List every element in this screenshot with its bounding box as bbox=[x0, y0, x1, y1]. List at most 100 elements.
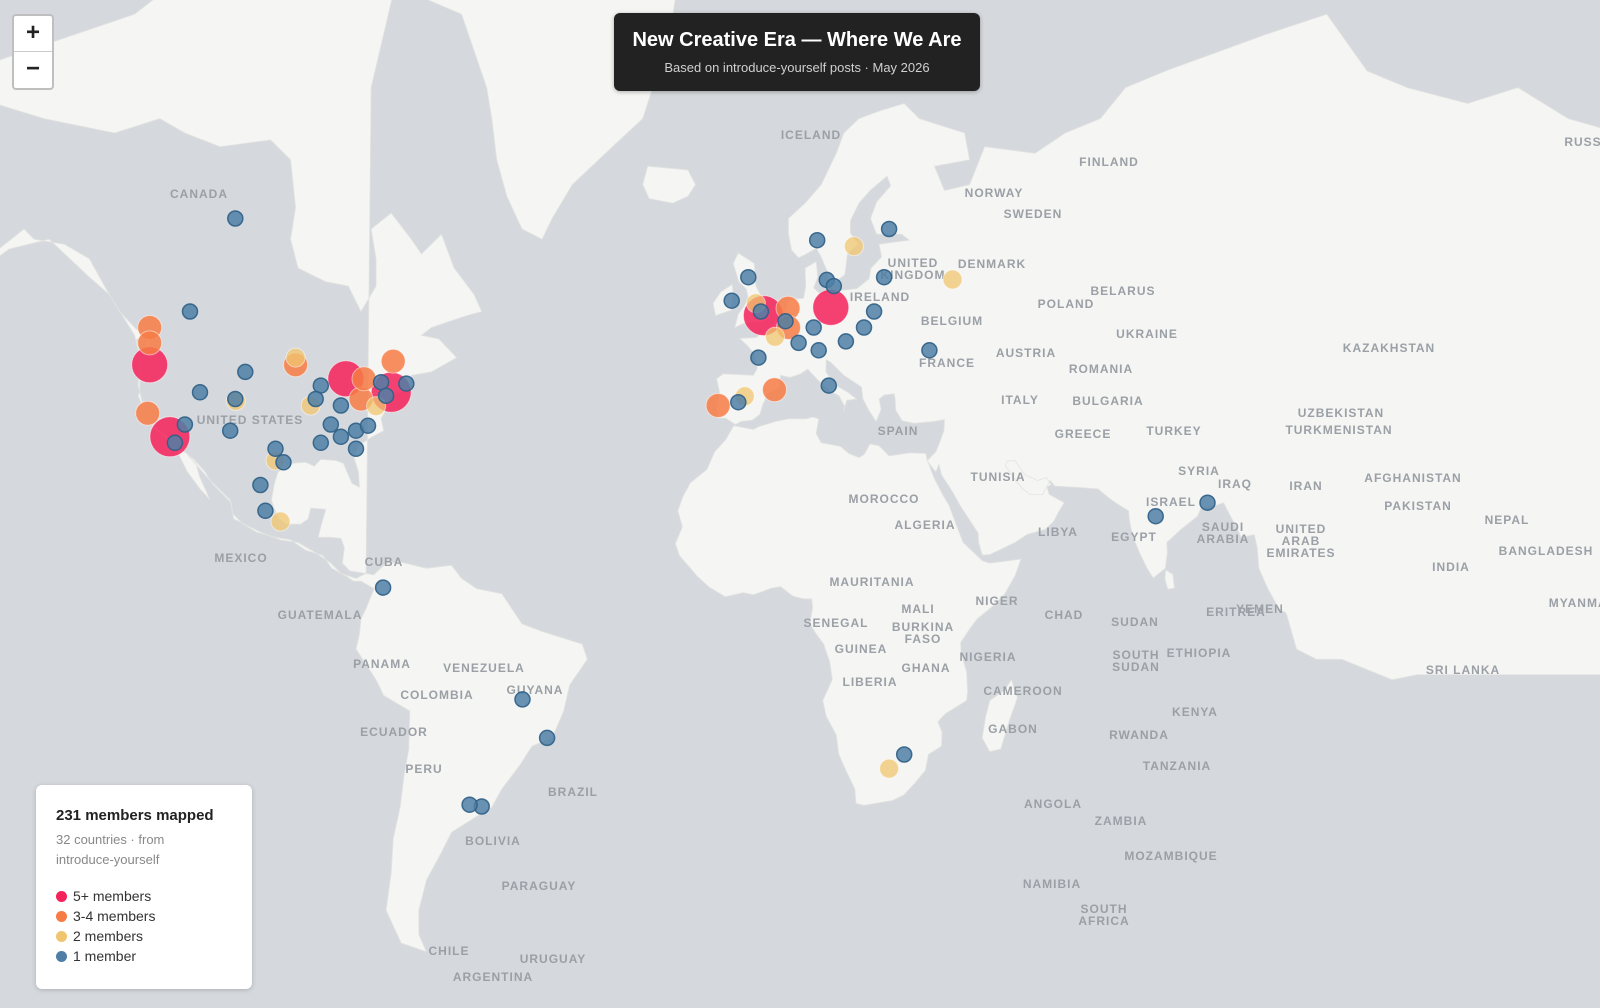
member-marker[interactable] bbox=[942, 269, 963, 290]
member-marker[interactable] bbox=[880, 220, 898, 238]
member-marker[interactable] bbox=[843, 236, 864, 257]
member-marker[interactable] bbox=[837, 333, 855, 350]
member-marker[interactable] bbox=[270, 511, 291, 532]
member-marker[interactable] bbox=[879, 758, 900, 779]
member-marker[interactable] bbox=[166, 434, 184, 452]
member-marker[interactable] bbox=[810, 342, 827, 359]
label-canada: CANADA bbox=[170, 187, 228, 201]
member-marker[interactable] bbox=[351, 366, 377, 392]
member-marker[interactable] bbox=[372, 373, 390, 391]
label-zambia: ZAMBIA bbox=[1095, 814, 1148, 828]
label-romania: ROMANIA bbox=[1069, 362, 1133, 376]
label-ethiopia: ETHIOPIA bbox=[1167, 646, 1232, 660]
member-marker[interactable] bbox=[855, 319, 873, 336]
member-marker[interactable] bbox=[1199, 494, 1216, 511]
member-marker[interactable] bbox=[267, 440, 284, 458]
member-marker[interactable] bbox=[377, 387, 395, 404]
legend-dot-1 bbox=[56, 950, 67, 962]
member-marker[interactable] bbox=[322, 416, 340, 433]
member-marker[interactable] bbox=[347, 440, 365, 458]
member-marker[interactable] bbox=[135, 400, 161, 426]
member-marker[interactable] bbox=[380, 348, 406, 374]
member-marker[interactable] bbox=[275, 454, 292, 471]
label-ghana: GHANA bbox=[902, 661, 951, 675]
member-marker[interactable] bbox=[750, 349, 767, 366]
member-marker[interactable] bbox=[514, 691, 531, 708]
map-title: New Creative Era — Where We Are bbox=[632, 29, 962, 51]
member-marker[interactable] bbox=[285, 347, 306, 368]
label-tanzania: TANZANIA bbox=[1143, 759, 1211, 773]
label-spain: SPAIN bbox=[878, 424, 919, 438]
member-marker[interactable] bbox=[538, 729, 556, 747]
member-marker[interactable] bbox=[227, 390, 244, 408]
label-nigeria: NIGERIA bbox=[959, 650, 1016, 664]
label-venezuela: VENEZUELA bbox=[443, 661, 525, 675]
label-kazakhstan: KAZAKHSTAN bbox=[1343, 341, 1435, 355]
map-subtitle: Based on introduce-yourself posts · May … bbox=[664, 60, 930, 75]
member-marker[interactable] bbox=[762, 377, 787, 403]
member-marker[interactable] bbox=[825, 277, 843, 295]
label-panama: PANAMA bbox=[353, 657, 411, 671]
label-south-africa: SOUTH AFRICA bbox=[1078, 902, 1129, 928]
legend-subtitle: 32 countries · from introduce-yourself bbox=[56, 832, 165, 867]
member-marker[interactable] bbox=[461, 796, 478, 813]
label-russia: RUSSIA bbox=[1564, 135, 1600, 149]
member-marker[interactable] bbox=[398, 375, 415, 392]
member-marker[interactable] bbox=[730, 393, 747, 411]
label-colombia: COLOMBIA bbox=[400, 688, 473, 702]
label-guyana: GUYANA bbox=[507, 683, 564, 697]
label-kenya: KENYA bbox=[1172, 705, 1218, 719]
member-marker[interactable] bbox=[359, 417, 377, 434]
member-marker[interactable] bbox=[705, 393, 731, 418]
member-marker[interactable] bbox=[191, 384, 209, 401]
zoom-out-button[interactable]: − bbox=[14, 52, 52, 87]
member-marker[interactable] bbox=[790, 334, 807, 352]
zoom-in-button[interactable]: + bbox=[14, 16, 52, 52]
member-marker[interactable] bbox=[895, 746, 913, 763]
label-mauritania: MAURITANIA bbox=[829, 575, 914, 589]
label-austria: AUSTRIA bbox=[996, 346, 1056, 360]
member-marker[interactable] bbox=[237, 363, 254, 381]
label-israel: ISRAEL bbox=[1146, 495, 1196, 509]
member-marker[interactable] bbox=[332, 397, 350, 414]
member-marker[interactable] bbox=[252, 476, 269, 494]
member-marker[interactable] bbox=[812, 288, 850, 326]
member-marker[interactable] bbox=[176, 416, 194, 433]
label-iran: IRAN bbox=[1289, 479, 1322, 493]
member-marker[interactable] bbox=[805, 319, 822, 336]
member-marker[interactable] bbox=[181, 303, 199, 320]
label-norway: NORWAY bbox=[965, 186, 1024, 200]
member-marker[interactable] bbox=[137, 330, 163, 356]
member-marker[interactable] bbox=[765, 326, 785, 347]
legend-item-3to4: 3-4 members bbox=[56, 906, 232, 926]
member-marker[interactable] bbox=[777, 312, 794, 330]
member-marker[interactable] bbox=[865, 303, 883, 320]
label-tunisia: TUNISIA bbox=[971, 470, 1026, 484]
member-marker[interactable] bbox=[1147, 507, 1164, 525]
member-marker[interactable] bbox=[740, 268, 757, 286]
member-marker[interactable] bbox=[875, 268, 893, 286]
member-marker[interactable] bbox=[921, 342, 938, 359]
label-paraguay: PARAGUAY bbox=[502, 879, 577, 893]
label-bangladesh: BANGLADESH bbox=[1499, 544, 1594, 558]
label-uruguay: URUGUAY bbox=[520, 952, 587, 966]
label-chad: CHAD bbox=[1045, 608, 1084, 622]
member-marker[interactable] bbox=[221, 422, 239, 439]
member-marker[interactable] bbox=[808, 231, 826, 249]
member-marker[interactable] bbox=[723, 292, 740, 309]
member-marker[interactable] bbox=[227, 210, 244, 227]
legend-item-2: 2 members bbox=[56, 926, 232, 946]
member-marker[interactable] bbox=[752, 303, 770, 320]
legend-item-5plus: 5+ members bbox=[56, 886, 232, 906]
member-marker[interactable] bbox=[312, 434, 330, 452]
label-afghanistan: AFGHANISTAN bbox=[1364, 471, 1461, 485]
member-marker[interactable] bbox=[374, 579, 392, 596]
label-turkey: TURKEY bbox=[1146, 424, 1201, 438]
member-marker[interactable] bbox=[820, 377, 838, 394]
label-mozambique: MOZAMBIQUE bbox=[1124, 849, 1217, 863]
member-marker[interactable] bbox=[257, 502, 274, 520]
member-marker[interactable] bbox=[332, 428, 350, 446]
legend-panel: 231 members mapped 32 countries · from i… bbox=[36, 785, 252, 989]
member-marker[interactable] bbox=[307, 390, 324, 408]
label-mali: MALI bbox=[901, 602, 934, 616]
